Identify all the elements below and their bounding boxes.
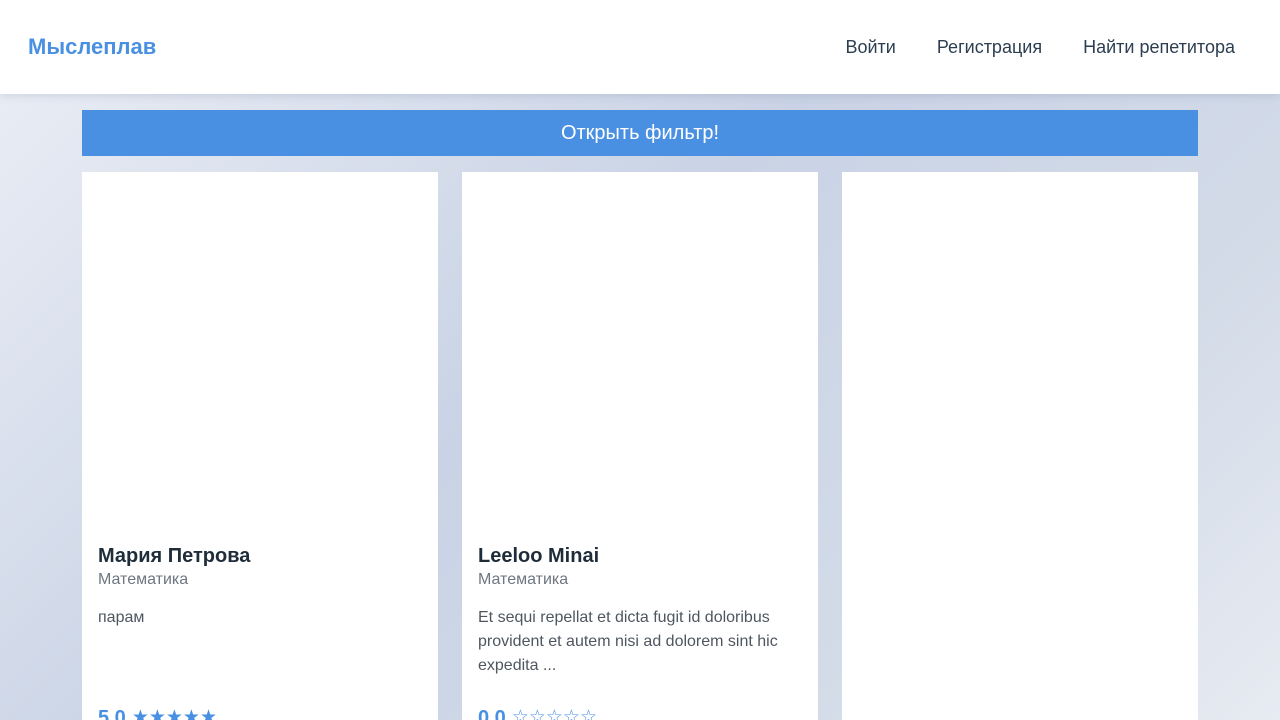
nav-find-tutor-link[interactable]: Найти репетитора xyxy=(1083,35,1235,59)
tutor-name: Мария Петрова xyxy=(98,545,251,567)
main-nav: Войти Регистрация Найти репетитора xyxy=(845,35,1235,59)
star-rating-icon: ☆☆☆☆☆ xyxy=(511,707,597,720)
nav-register-link[interactable]: Регистрация xyxy=(937,35,1042,59)
rating-value: 0.0 xyxy=(478,707,506,720)
tutor-photo xyxy=(842,172,1198,532)
tutor-photo xyxy=(462,172,818,532)
site-header: Мыслеплав Войти Регистрация Найти репети… xyxy=(0,0,1280,94)
tutor-description: Et sequi repellat et dicta fugit id dolo… xyxy=(478,609,778,674)
tutor-rating: 0.0 ☆☆☆☆☆ xyxy=(478,706,597,720)
tutor-card-empty[interactable] xyxy=(842,172,1198,720)
tutor-card[interactable]: Мария Петрова Математика парам 5.0 ★★★★★ xyxy=(82,172,438,720)
nav-login-link[interactable]: Войти xyxy=(845,35,895,59)
tutor-description: парам xyxy=(98,609,145,626)
tutor-subject: Математика xyxy=(98,571,189,588)
tutor-card[interactable]: Leeloo Minai Математика Et sequi repella… xyxy=(462,172,818,720)
star-rating-icon: ★★★★★ xyxy=(131,707,217,720)
tutor-rating: 5.0 ★★★★★ xyxy=(98,706,217,720)
site-logo[interactable]: Мыслеплав xyxy=(28,33,156,61)
tutor-name: Leeloo Minai xyxy=(478,545,600,567)
open-filter-button[interactable]: Открыть фильтр! xyxy=(82,110,1198,156)
tutor-subject: Математика xyxy=(478,571,569,588)
tutor-photo xyxy=(82,172,438,532)
rating-value: 5.0 xyxy=(98,707,126,720)
